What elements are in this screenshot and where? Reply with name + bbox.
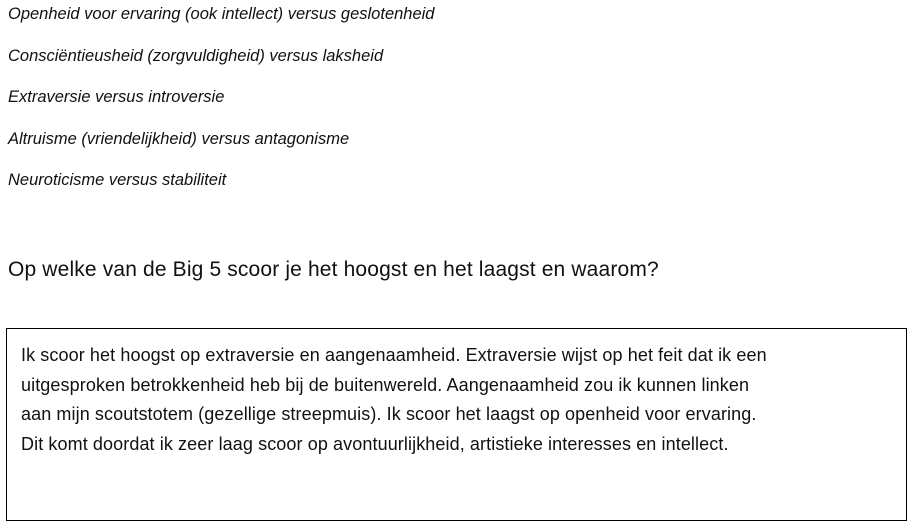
answer-line-2: uitgesproken betrokkenheid heb bij de bu… — [21, 374, 750, 395]
trait-altruism: Altruisme (vriendelijkheid) versus antag… — [8, 129, 350, 148]
trait-conscientiousness: Consciëntieusheid (zorgvuldigheid) versu… — [8, 46, 384, 65]
answer-line-3: aan mijn scoutstotem (gezellige streepmu… — [21, 404, 757, 424]
answer-text: Ik scoor het hoogst op extraversie en aa… — [21, 341, 894, 459]
question-heading: Op welke van de Big 5 scoor je het hoogs… — [8, 258, 659, 281]
answer-box[interactable]: Ik scoor het hoogst op extraversie en aa… — [6, 328, 907, 521]
answer-line-1: Ik scoor het hoogst op extraversie en aa… — [21, 345, 767, 365]
trait-neuroticism: Neuroticisme versus stabiliteit — [8, 171, 227, 189]
trait-extraversion: Extraversie versus introversie — [8, 88, 225, 106]
trait-openness: Openheid voor ervaring (ook intellect) v… — [8, 5, 435, 23]
answer-line-4: Dit komt doordat ik zeer laag scoor op a… — [21, 433, 729, 454]
trait-list: Openheid voor ervaring (ook intellect) v… — [8, 0, 435, 212]
